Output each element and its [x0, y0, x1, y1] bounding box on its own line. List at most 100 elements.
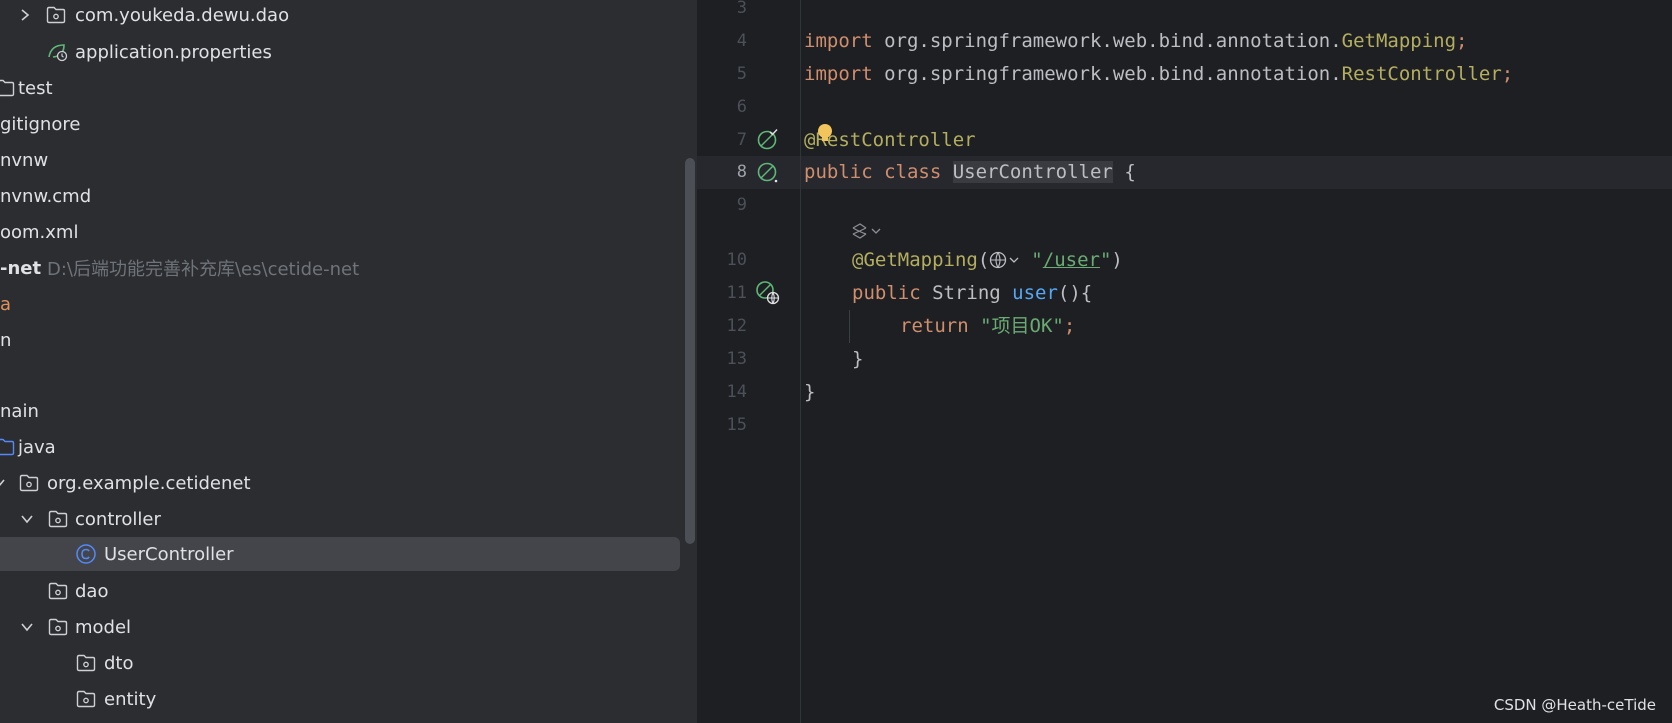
close-brace: } [804, 381, 816, 403]
spring-properties-icon [47, 42, 69, 62]
return-type: String [920, 282, 1013, 304]
open-brace: { [1112, 161, 1136, 183]
line-number: 10 [726, 250, 747, 270]
line-number: 9 [736, 195, 747, 215]
tree-item-label: entity [104, 688, 157, 710]
tree-item-java-source-root[interactable]: java [0, 430, 680, 464]
semicolon: ; [1456, 30, 1468, 52]
tree-item-cetide-net-module[interactable]: -net D:\后端功能完善补充库\es\cetide-net [0, 251, 680, 285]
line-number: 6 [736, 97, 747, 117]
code-line-13: } [852, 343, 863, 376]
tree-item-mvn[interactable]: n [0, 323, 680, 357]
keyword-import: import [804, 63, 873, 85]
tree-item-dto[interactable]: dto [0, 646, 680, 680]
code-line-11: public String user(){ [852, 277, 1092, 310]
tree-item-label: org.example.cetidenet [47, 472, 251, 494]
close-brace: } [852, 348, 864, 370]
tree-item-usercontroller[interactable]: UserController [0, 537, 680, 571]
tree-item-label: dao [75, 580, 109, 602]
tree-item-label: model [75, 616, 132, 638]
module-name: -net [0, 257, 42, 279]
gutter-divider [800, 0, 801, 723]
tree-item-test-folder[interactable]: test [0, 71, 680, 105]
endpoint-url-link[interactable]: /user [1043, 249, 1100, 271]
tree-item-mvnw-cmd[interactable]: nvnw.cmd [0, 179, 680, 213]
string-quote: " [1031, 249, 1043, 271]
chevron-down-icon[interactable] [18, 618, 36, 636]
package-folder-icon [47, 617, 69, 637]
keyword-import: import [804, 30, 873, 52]
code-editor[interactable]: 3 4 5 6 7 8 9 10 11 12 13 14 15 import o… [697, 0, 1672, 723]
tree-item-model[interactable]: model [0, 610, 680, 644]
string-quote: " [1099, 249, 1112, 271]
code-line-4: import org.springframework.web.bind.anno… [804, 25, 1467, 58]
code-line-10: @GetMapping( "/user") [852, 244, 1123, 277]
line-number: 15 [726, 415, 747, 435]
web-endpoint-gutter-icon[interactable] [755, 280, 781, 306]
line-number: 14 [726, 382, 747, 402]
intention-bulb-icon[interactable] [815, 122, 835, 144]
imported-class: RestController [1341, 63, 1502, 85]
tree-item-entity[interactable]: entity [0, 682, 680, 716]
tree-item-label: oom.xml [0, 221, 79, 243]
folder-icon [0, 78, 16, 98]
code-line-12: return "项目OK"; [900, 310, 1075, 343]
package-path: org.springframework.web.bind.annotation. [872, 30, 1342, 52]
tree-item-label: nain [0, 400, 39, 422]
project-scrollbar-thumb[interactable] [685, 158, 695, 544]
spring-bean-gutter-icon[interactable] [755, 159, 781, 185]
chevron-down-icon[interactable] [18, 510, 36, 528]
tree-item-label: nvnw [0, 149, 49, 171]
imported-class: GetMapping [1341, 30, 1457, 52]
tree-item-application-properties[interactable]: application.properties [0, 35, 680, 69]
chevron-right-icon[interactable] [16, 6, 34, 24]
code-line-14: } [804, 376, 815, 409]
source-folder-icon [0, 437, 16, 457]
chevron-down-icon [871, 228, 881, 234]
tree-item-controller-package[interactable]: controller [0, 502, 680, 536]
tree-item-mvnw[interactable]: nvnw [0, 143, 680, 177]
tree-item-pom-xml[interactable]: oom.xml [0, 215, 680, 249]
line-number: 11 [726, 283, 747, 303]
method-params: (){ [1057, 282, 1093, 304]
tree-item-gitignore[interactable]: gitignore [0, 107, 680, 141]
tree-item-dao-package[interactable]: com.youkeda.dewu.dao [0, 0, 680, 32]
tree-item-label: nvnw.cmd [0, 185, 92, 207]
tree-item-dao[interactable]: dao [0, 574, 680, 608]
tree-item-org-example-cetidenet[interactable]: org.example.cetidenet [0, 466, 680, 500]
package-folder-icon [47, 581, 69, 601]
watermark-text: CSDN @Heath-ceTide [1493, 696, 1656, 714]
tree-item-label: gitignore [0, 113, 81, 135]
line-number: 5 [736, 64, 747, 84]
open-paren: ( [977, 249, 990, 271]
tree-item-label: n [0, 329, 12, 351]
globe-inlay-icon[interactable] [989, 247, 1031, 269]
line-number-current: 8 [736, 162, 747, 182]
tree-item-label: com.youkeda.dewu.dao [75, 4, 290, 26]
line-number: 7 [736, 130, 747, 150]
semicolon: ; [1501, 63, 1514, 85]
package-folder-icon [47, 509, 69, 529]
keyword-public: public [852, 282, 921, 304]
module-path: D:\后端功能完善补充库\es\cetide-net [47, 259, 360, 280]
annotation-getmapping: @GetMapping [852, 249, 978, 271]
class-name: UserController [952, 161, 1113, 183]
line-number: 3 [736, 0, 747, 18]
string-literal: "项目OK" [968, 315, 1064, 337]
package-folder-icon [75, 689, 97, 709]
java-class-icon [75, 544, 97, 564]
close-paren: ) [1111, 249, 1123, 271]
line-number: 13 [726, 349, 747, 369]
ai-inlay-hint[interactable] [850, 221, 886, 241]
code-line-5: import org.springframework.web.bind.anno… [804, 58, 1513, 91]
tree-item-main[interactable]: nain [0, 394, 680, 428]
package-path: org.springframework.web.bind.annotation. [872, 63, 1342, 85]
tree-item-label: dto [104, 652, 134, 674]
tree-item-label: a [0, 293, 12, 315]
line-number: 4 [736, 31, 747, 51]
tree-item-label: application.properties [75, 41, 272, 63]
spring-bean-gutter-icon[interactable] [755, 127, 781, 153]
indent-guide [849, 310, 850, 343]
chevron-down-icon[interactable] [0, 474, 8, 492]
tree-item-idea[interactable]: a [0, 287, 680, 321]
